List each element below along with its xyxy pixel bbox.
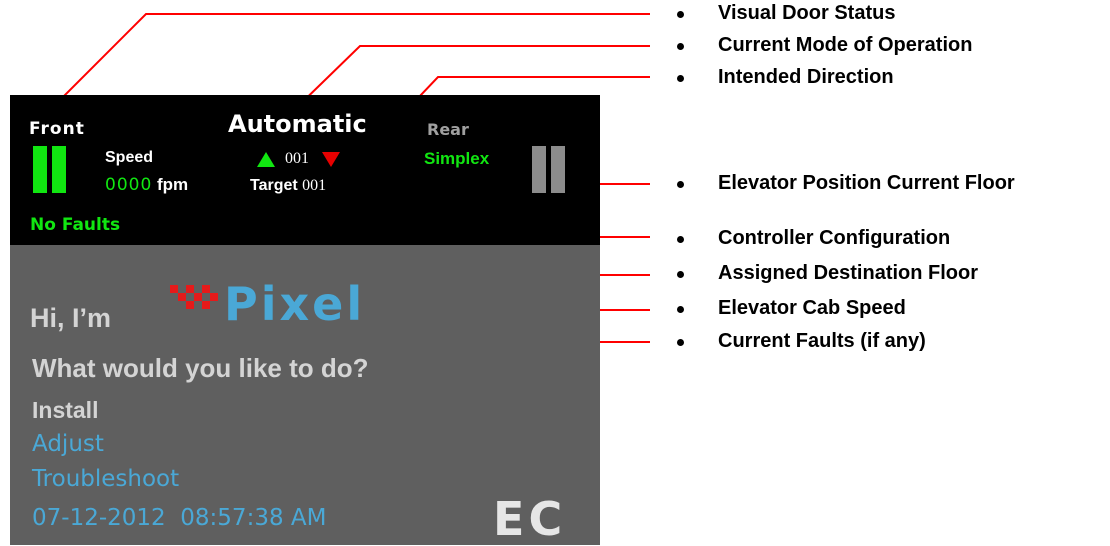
rear-door-right-panel [551,146,565,193]
date-time: 07-12-2012 08:57:38 AM [32,505,327,531]
callout-configuration: Controller Configuration [718,227,951,249]
rear-door-label: Rear [427,120,469,139]
front-door-left-panel [33,146,47,193]
callout-current-floor: Elevator Position Current Floor [718,172,1015,194]
controller-screen: Front Speed 0000 fpm Automatic 001 Targe… [10,95,600,546]
callout-speed: Elevator Cab Speed [718,297,906,319]
speed-readout: 0000 fpm [105,175,188,195]
rear-door-left-panel [532,146,546,193]
bullet-icon [677,271,684,278]
menu-item-install[interactable]: Install [32,397,98,424]
brand-wordmark: Pixel [224,277,366,331]
bullet-icon [677,75,684,82]
down-arrow-icon [322,152,340,167]
target-floor: 001 [302,177,327,194]
bullet-icon [677,181,684,188]
bullet-icon [677,43,684,50]
callout-door-status: Visual Door Status [718,2,896,24]
speed-label: Speed [105,149,154,166]
speed-unit: fpm [157,175,189,194]
front-door-right-panel [52,146,66,193]
prompt-text: What would you like to do? [32,353,369,383]
callout-mode: Current Mode of Operation [718,34,973,56]
faults-status: No Faults [30,215,121,235]
callout-destination: Assigned Destination Floor [718,262,979,284]
callout-faults: Current Faults (if any) [718,330,926,352]
bullet-icon [677,236,684,243]
controller-configuration: Simplex [424,149,490,168]
up-arrow-icon [257,152,275,167]
menu-item-adjust[interactable]: Adjust [32,431,104,457]
front-door-label: Front [29,119,85,139]
speed-value: 0000 [105,175,153,195]
brand-checker-graphic [170,285,218,309]
current-floor: 001 [285,150,309,167]
bullet-icon [677,339,684,346]
mode-of-operation: Automatic [228,110,367,138]
bullet-icon [677,11,684,18]
callout-direction: Intended Direction [718,66,894,88]
menu-item-troubleshoot[interactable]: Troubleshoot [32,466,179,492]
greeting-text: Hi, I’m [30,303,112,333]
bullet-icon [677,306,684,313]
status-bar: Front Speed 0000 fpm Automatic 001 Targe… [10,95,600,245]
ec-logo: E C [493,492,562,546]
target-readout: Target 001 [250,177,326,195]
target-label: Target [250,177,298,194]
